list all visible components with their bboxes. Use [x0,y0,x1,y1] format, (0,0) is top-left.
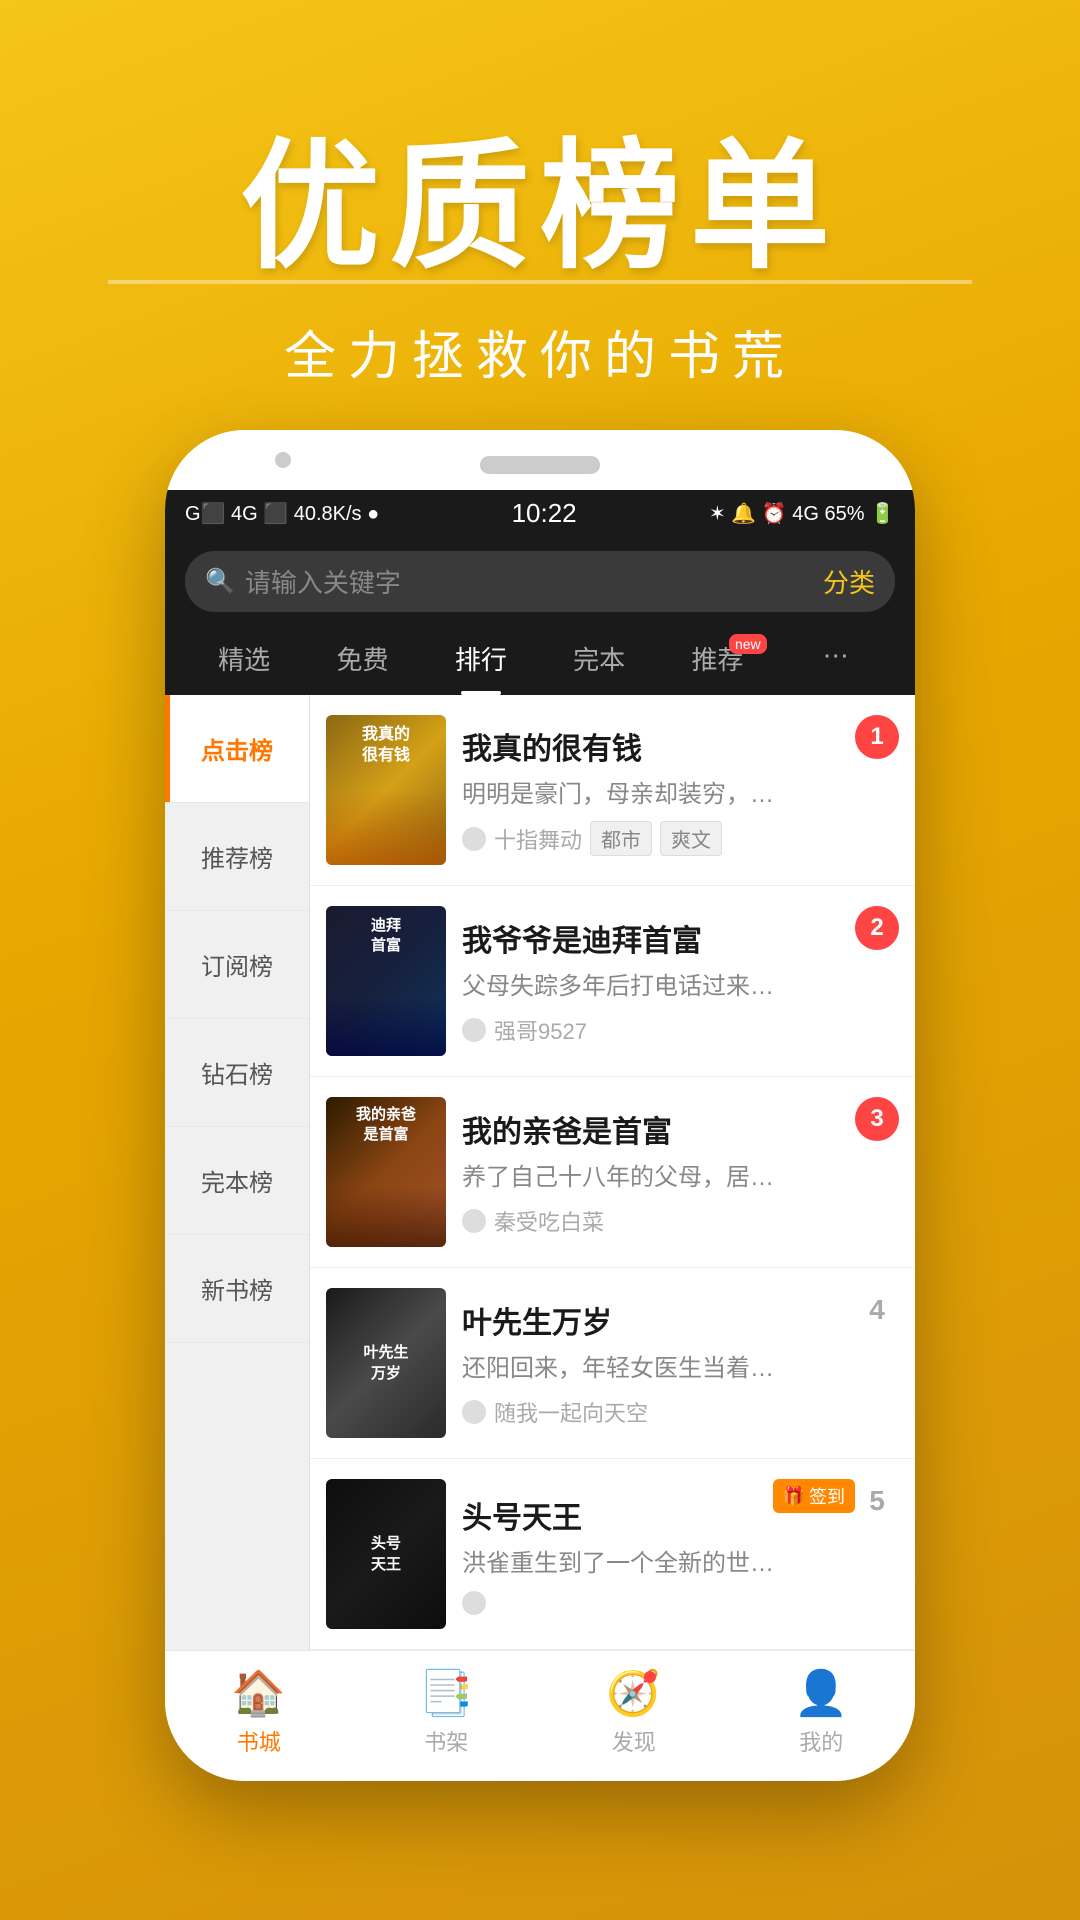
book-cover-2: 迪拜首富 [326,906,446,1056]
book-desc-1: 明明是豪门，母亲却装穷，… [462,778,899,812]
author-icon-2 [462,1018,486,1042]
bottom-nav-label-shujia: 书架 [424,1725,468,1757]
author-name-3: 秦受吃白菜 [494,1205,604,1237]
book-item-1[interactable]: 我真的很有钱 我真的很有钱 明明是豪门，母亲却装穷，… 十指舞动 都市 爽文 1 [310,695,915,886]
book-desc-4: 还阳回来，年轻女医生当着… [462,1352,899,1386]
book-meta-5 [462,1591,899,1615]
bottom-nav: 🏠 书城 📑 书架 🧭 发现 👤 我的 [165,1650,915,1781]
book-meta-3: 秦受吃白菜 [462,1205,899,1237]
sidebar-item-click-rank[interactable]: 点击榜 [165,695,309,803]
author-icon-4 [462,1400,486,1424]
bottom-nav-shujia[interactable]: 📑 书架 [353,1667,541,1757]
book-item-5[interactable]: 头号天王 头号天王 洪雀重生到了一个全新的世… 🎁 签到 5 [310,1459,915,1650]
author-name-4: 随我一起向天空 [494,1396,648,1428]
status-left: G⬛ 4G ⬛ 40.8K/s ● [185,501,379,526]
rank-badge-4: 4 [855,1288,899,1332]
phone-mockup: G⬛ 4G ⬛ 40.8K/s ● 10:22 ✶ 🔔 ⏰ 4G 65% 🔋 🔍… [165,430,915,1781]
checkin-badge[interactable]: 🎁 签到 [773,1479,855,1513]
phone-camera [275,452,291,468]
book-desc-3: 养了自己十八年的父母，居… [462,1161,899,1195]
sidebar-item-subscribe-rank[interactable]: 订阅榜 [165,911,309,1019]
author-icon-3 [462,1209,486,1233]
app-header: 🔍 请输入关键字 分类 精选 免费 排行 完本 推荐 new ⋯ [165,537,915,695]
bottom-nav-label-shucheng: 书城 [237,1725,281,1757]
bookshelf-icon: 📑 [419,1667,474,1719]
sidebar-item-diamond-rank[interactable]: 钻石榜 [165,1019,309,1127]
book-desc-2: 父母失踪多年后打电话过来… [462,970,899,1004]
hero-subtitle: 全力拯救你的书荒 [0,314,1080,389]
tag-shuangwen: 爽文 [660,821,722,856]
main-content: 点击榜 推荐榜 订阅榜 钻石榜 完本榜 新书榜 我真的很有钱 我真的很有钱 明明… [165,695,915,1650]
book-list: 我真的很有钱 我真的很有钱 明明是豪门，母亲却装穷，… 十指舞动 都市 爽文 1 [310,695,915,1650]
profile-icon: 👤 [794,1667,849,1719]
sidebar: 点击榜 推荐榜 订阅榜 钻石榜 完本榜 新书榜 [165,695,310,1650]
phone-top [165,430,915,490]
book-info-2: 我爷爷是迪拜首富 父母失踪多年后打电话过来… 强哥9527 [462,916,899,1046]
nav-tabs: 精选 免费 排行 完本 推荐 new ⋯ [185,626,895,695]
bottom-nav-faxian[interactable]: 🧭 发现 [540,1667,728,1757]
search-input[interactable]: 请输入关键字 [245,563,875,600]
book-title-2: 我爷爷是迪拜首富 [462,916,899,960]
book-meta-2: 强哥9527 [462,1014,899,1046]
book-title-1: 我真的很有钱 [462,724,899,768]
phone-speaker [480,456,600,474]
tab-tuijian[interactable]: 推荐 new [658,626,776,695]
sidebar-item-complete-rank[interactable]: 完本榜 [165,1127,309,1235]
author-name-1: 十指舞动 [494,823,582,855]
bottom-nav-wode[interactable]: 👤 我的 [728,1667,916,1757]
tab-other[interactable]: ⋯ [777,626,895,695]
search-icon: 🔍 [205,567,235,596]
home-icon: 🏠 [231,1667,286,1719]
classify-button[interactable]: 分类 [823,563,875,600]
status-right: ✶ 🔔 ⏰ 4G 65% 🔋 [709,501,895,526]
hero-section: 优质榜单 全力拯救你的书荒 [0,0,1080,429]
bottom-nav-label-wode: 我的 [799,1725,843,1757]
book-cover-5: 头号天王 [326,1479,446,1629]
rank-badge-2: 2 [855,906,899,950]
bottom-nav-label-faxian: 发现 [612,1725,656,1757]
gift-icon: 🎁 [783,1486,805,1507]
book-info-1: 我真的很有钱 明明是豪门，母亲却装穷，… 十指舞动 都市 爽文 [462,724,899,857]
book-cover-1: 我真的很有钱 [326,715,446,865]
book-info-3: 我的亲爸是首富 养了自己十八年的父母，居… 秦受吃白菜 [462,1107,899,1237]
author-name-2: 强哥9527 [494,1014,587,1046]
tab-paihang[interactable]: 排行 [422,626,540,695]
status-bar: G⬛ 4G ⬛ 40.8K/s ● 10:22 ✶ 🔔 ⏰ 4G 65% 🔋 [165,490,915,537]
tab-mianfei[interactable]: 免费 [303,626,421,695]
author-icon-1 [462,827,486,851]
sidebar-item-new-rank[interactable]: 新书榜 [165,1235,309,1343]
book-item-2[interactable]: 迪拜首富 我爷爷是迪拜首富 父母失踪多年后打电话过来… 强哥9527 2 [310,886,915,1077]
tag-dushi: 都市 [590,821,652,856]
book-meta-1: 十指舞动 都市 爽文 [462,821,899,856]
author-icon-5 [462,1591,486,1615]
tab-wanben[interactable]: 完本 [540,626,658,695]
new-badge: new [729,634,767,654]
rank-badge-3: 3 [855,1097,899,1141]
book-meta-4: 随我一起向天空 [462,1396,899,1428]
book-item-4[interactable]: 叶先生万岁 叶先生万岁 还阳回来，年轻女医生当着… 随我一起向天空 4 [310,1268,915,1459]
book-cover-4: 叶先生万岁 [326,1288,446,1438]
book-title-4: 叶先生万岁 [462,1298,899,1342]
tab-jingxuan[interactable]: 精选 [185,626,303,695]
book-title-3: 我的亲爸是首富 [462,1107,899,1151]
sidebar-item-recommend-rank[interactable]: 推荐榜 [165,803,309,911]
discover-dot [644,1671,656,1683]
bottom-nav-shucheng[interactable]: 🏠 书城 [165,1667,353,1757]
book-cover-3: 我的亲爸是首富 [326,1097,446,1247]
status-time: 10:22 [512,498,577,529]
search-bar[interactable]: 🔍 请输入关键字 分类 [185,551,895,612]
rank-badge-5: 5 [855,1479,899,1523]
hero-title: 优质榜单 [0,130,1080,284]
book-desc-5: 洪雀重生到了一个全新的世… [462,1547,899,1581]
rank-badge-1: 1 [855,715,899,759]
book-info-4: 叶先生万岁 还阳回来，年轻女医生当着… 随我一起向天空 [462,1298,899,1428]
book-item-3[interactable]: 我的亲爸是首富 我的亲爸是首富 养了自己十八年的父母，居… 秦受吃白菜 3 [310,1077,915,1268]
checkin-label: 签到 [809,1483,845,1509]
